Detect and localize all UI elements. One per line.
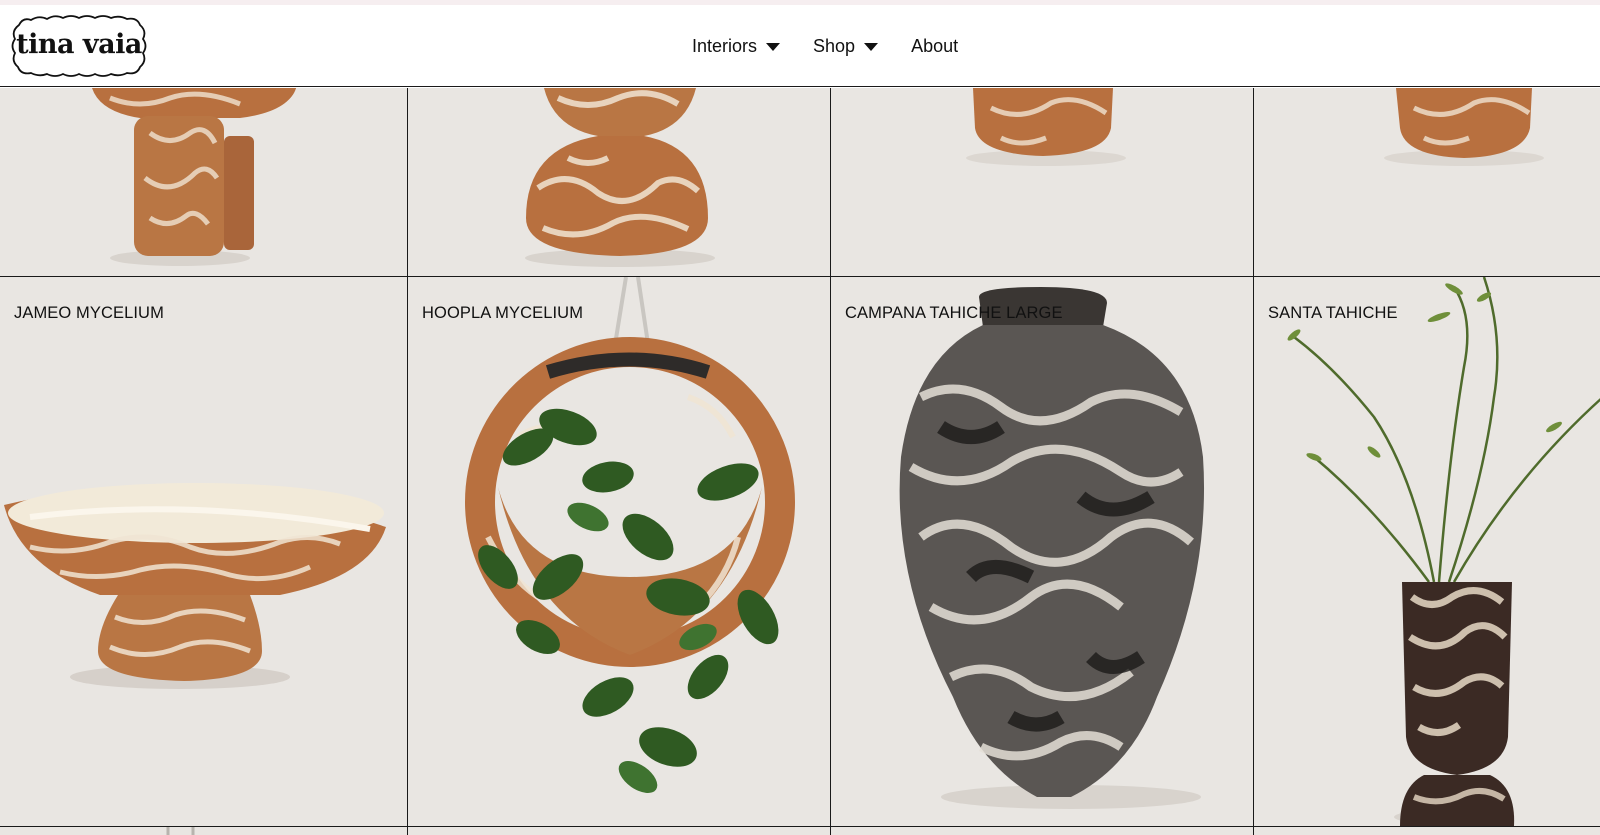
campana-tahiche-large-vase-image — [899, 287, 1205, 809]
terracotta-vase-bottom-image — [1384, 88, 1544, 166]
product-card[interactable]: CAMPANA TAHICHE LARGE — [831, 277, 1253, 826]
hanging-cord-image — [166, 827, 195, 835]
terracotta-vessel-image — [92, 88, 296, 266]
caret-down-icon — [766, 43, 781, 51]
brand-logo[interactable]: tina vaia — [9, 11, 149, 81]
main-nav: Interiors Shop About — [692, 5, 958, 87]
product-card-partial[interactable] — [1254, 88, 1600, 276]
product-grid: JAMEO MYCELIUM HOOPLA MYCELIUM CAMPANA T… — [0, 88, 1600, 835]
product-card-partial[interactable] — [408, 88, 830, 276]
terracotta-vase-bottom-image — [966, 88, 1126, 166]
product-card[interactable]: JAMEO MYCELIUM — [0, 277, 407, 826]
santa-tahiche-vase-image — [1287, 277, 1600, 826]
nav-item-about[interactable]: About — [911, 36, 958, 57]
site-header: tina vaia Interiors Shop About — [0, 5, 1600, 87]
caret-down-icon — [864, 43, 879, 51]
logo-text: tina vaia — [16, 28, 142, 60]
product-card-partial[interactable] — [831, 827, 1253, 835]
product-card-partial[interactable] — [1254, 827, 1600, 835]
product-card-partial[interactable] — [408, 827, 830, 835]
nav-item-label: Interiors — [692, 35, 758, 56]
hourglass-vessel-image — [525, 88, 715, 267]
product-title: HOOPLA MYCELIUM — [422, 304, 584, 322]
product-card-partial[interactable] — [0, 827, 407, 835]
nav-item-shop[interactable]: Shop — [813, 35, 879, 57]
hoopla-mycelium-planter-image — [465, 277, 795, 793]
product-card[interactable]: HOOPLA MYCELIUM — [408, 277, 830, 826]
product-card-partial[interactable] — [0, 88, 407, 276]
nav-item-interiors[interactable]: Interiors — [692, 35, 781, 57]
product-title: CAMPANA TAHICHE LARGE — [845, 304, 1063, 322]
product-card-partial[interactable] — [831, 88, 1253, 276]
jameo-mycelium-bowl-image — [4, 483, 386, 689]
product-card[interactable]: SANTA TAHICHE — [1254, 277, 1600, 826]
product-title: SANTA TAHICHE — [1268, 304, 1398, 322]
nav-item-label: About — [911, 35, 959, 56]
product-title: JAMEO MYCELIUM — [14, 304, 164, 322]
nav-item-label: Shop — [813, 35, 856, 56]
